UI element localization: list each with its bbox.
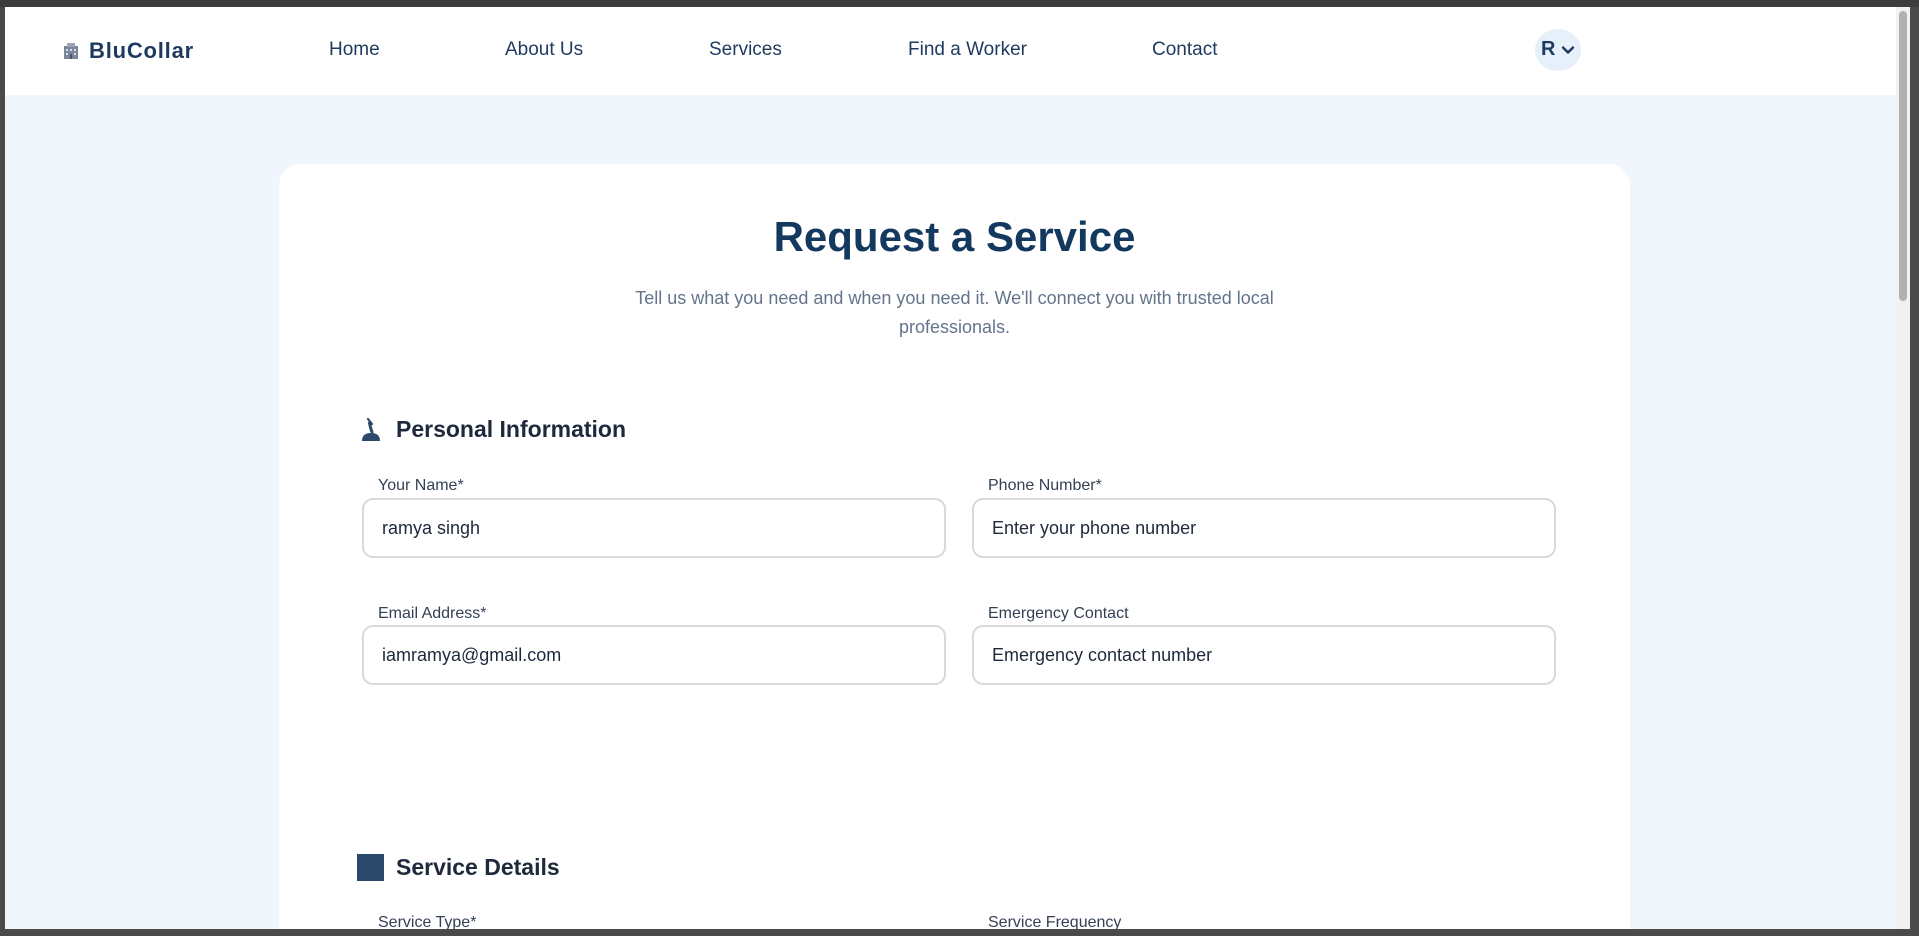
section-title-service: Service Details	[396, 854, 560, 880]
page-subtitle: Tell us what you need and when you need …	[635, 288, 1274, 337]
name-label: Your Name*	[378, 477, 464, 494]
phone-input[interactable]	[972, 498, 1556, 558]
name-input[interactable]	[362, 498, 946, 558]
emergency-contact-label: Emergency Contact	[988, 605, 1129, 622]
nav-link-about[interactable]: About Us	[505, 39, 583, 61]
email-input[interactable]	[362, 625, 946, 685]
nav-link-home[interactable]: Home	[329, 39, 380, 61]
square-icon	[357, 854, 384, 881]
person-icon	[357, 416, 384, 443]
page-title: Request a Service	[773, 213, 1136, 260]
browser-viewport: BluCollar Home About Us Services Find a …	[5, 7, 1910, 929]
user-avatar-menu[interactable]: R	[1535, 29, 1581, 71]
building-icon	[64, 43, 78, 59]
phone-label: Phone Number*	[988, 477, 1102, 494]
nav-link-find-worker[interactable]: Find a Worker	[908, 39, 1027, 61]
request-form-card: Request a Service Tell us what you need …	[279, 164, 1630, 929]
email-label: Email Address*	[378, 605, 487, 622]
service-type-label: Service Type*	[378, 914, 477, 929]
section-title-personal: Personal Information	[396, 416, 627, 442]
avatar-initial: R	[1541, 38, 1556, 60]
emergency-contact-input[interactable]	[972, 625, 1556, 685]
window-frame	[0, 0, 1919, 7]
section-header-service: Service Details	[357, 854, 560, 881]
scrollbar-thumb[interactable]	[1899, 11, 1907, 301]
chevron-down-icon	[1561, 46, 1575, 54]
nav-link-services[interactable]: Services	[709, 39, 782, 61]
brand-logo[interactable]: BluCollar	[62, 38, 194, 64]
top-navbar: BluCollar Home About Us Services Find a …	[5, 7, 1910, 95]
brand-name: BluCollar	[89, 38, 194, 63]
section-header-personal: Personal Information	[357, 416, 626, 443]
service-frequency-label: Service Frequency	[988, 914, 1122, 929]
nav-link-contact[interactable]: Contact	[1152, 39, 1217, 61]
vertical-scrollbar[interactable]	[1896, 7, 1910, 929]
